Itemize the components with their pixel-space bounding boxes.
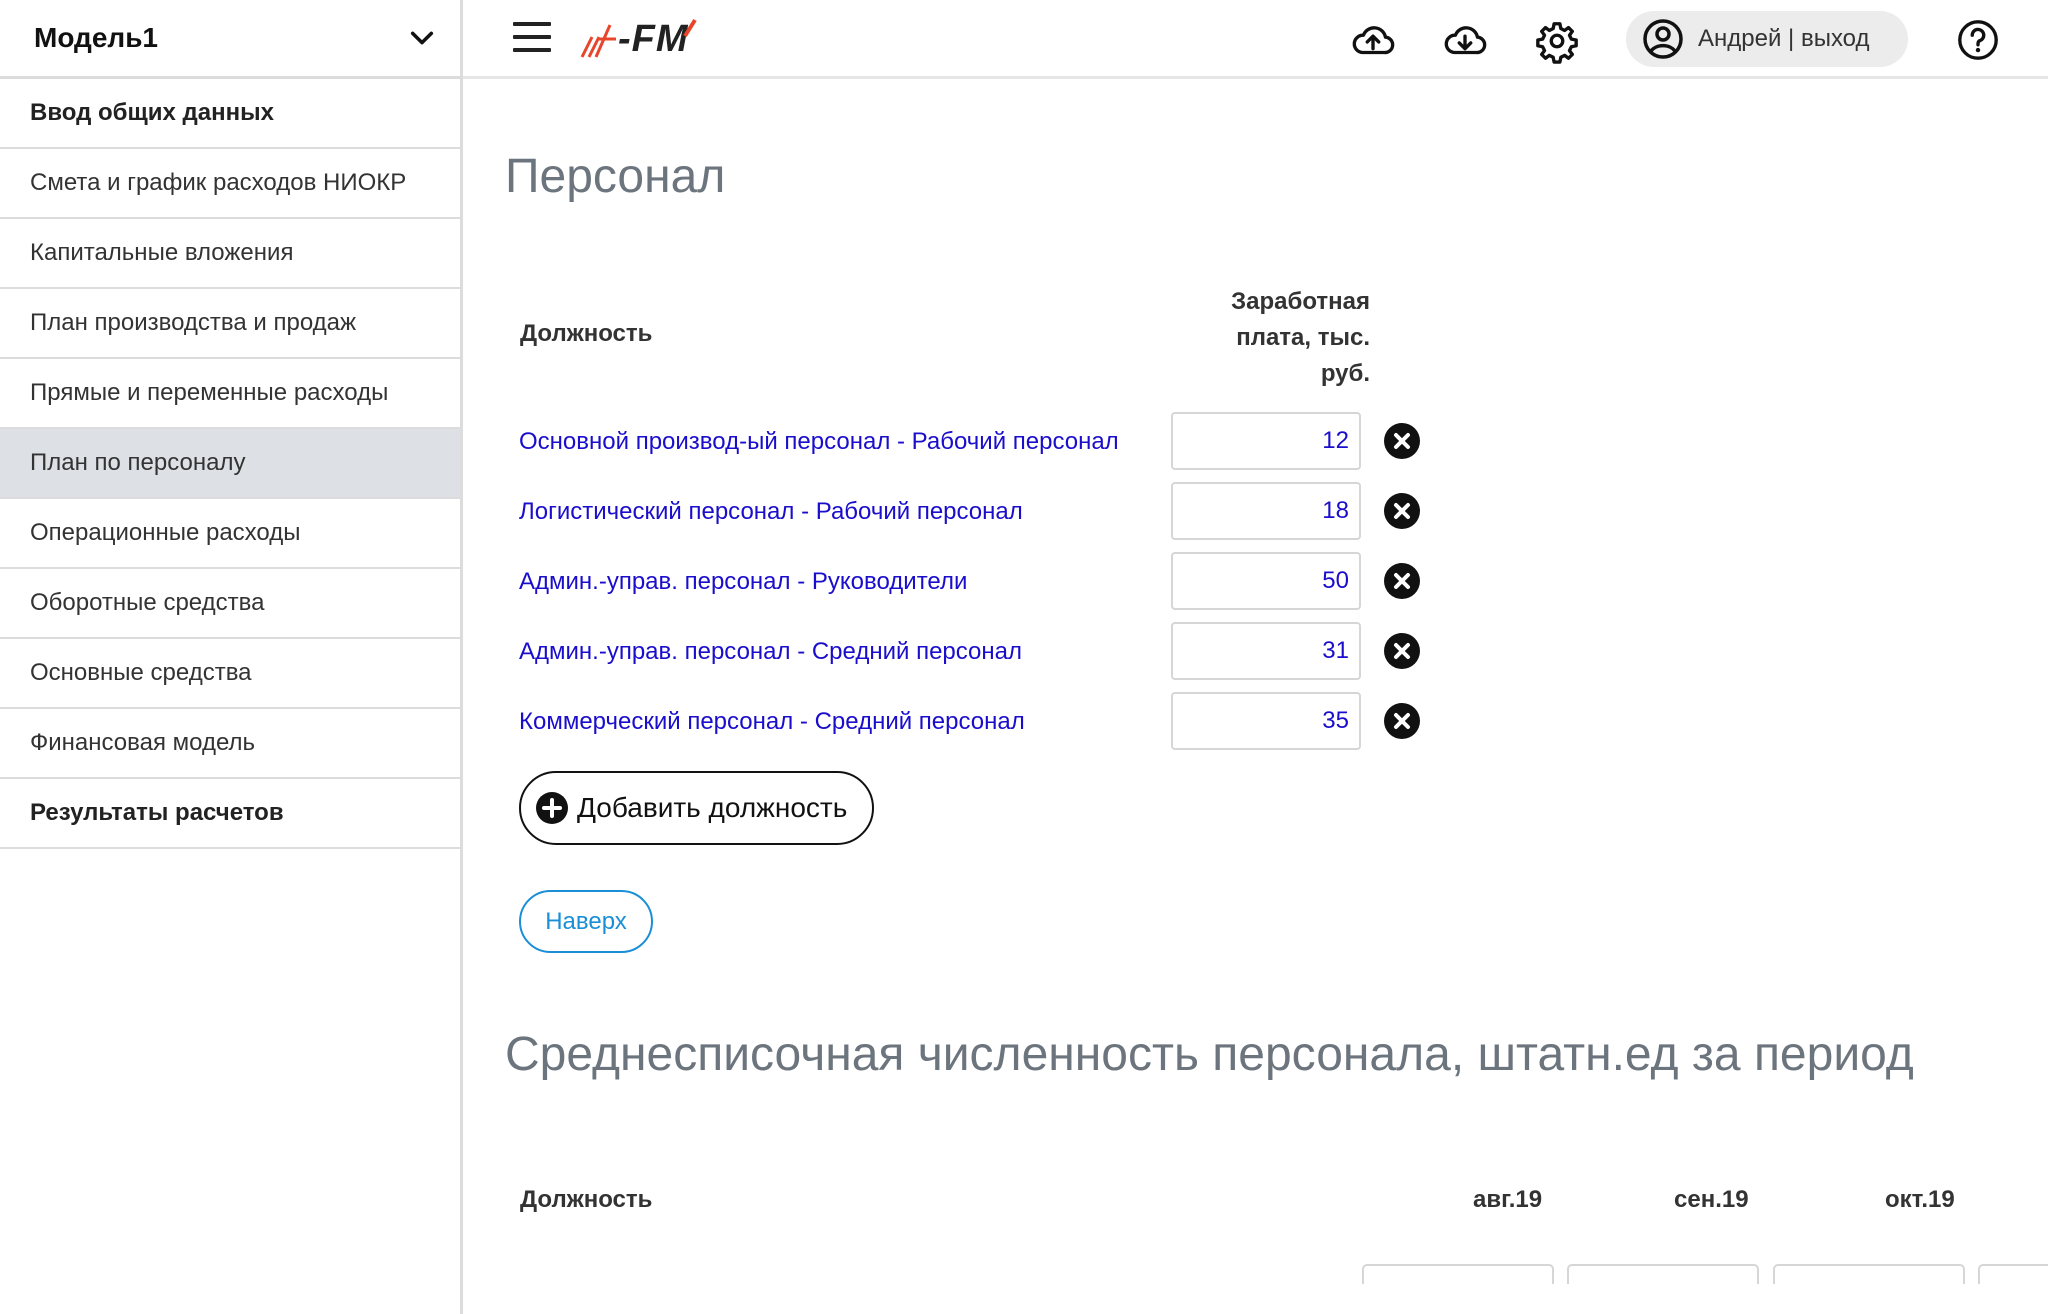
sidebar: Модель1 Ввод общих данных Смета и график… [0,0,463,1314]
sidebar-item-operating-costs[interactable]: Операционные расходы [0,499,460,569]
table-row: Админ.-управ. персонал - Руководители [463,552,1463,612]
sidebar-item-working-capital[interactable]: Оборотные средства [0,569,460,639]
salary-input[interactable] [1171,622,1361,680]
sidebar-item-fixed-assets[interactable]: Основные средства [0,639,460,709]
user-circle-icon [1643,19,1683,59]
sidebar-item-production-plan[interactable]: План производства и продаж [0,289,460,359]
column-header-month: сен.19 [1674,1186,1749,1213]
salary-input[interactable] [1171,412,1361,470]
table-row: Коммерческий персонал - Средний персонал [463,692,1463,752]
delete-icon[interactable] [1383,422,1421,460]
column-header-month: окт.19 [1885,1186,1955,1213]
top-bar: -FM Андрей | выход [463,0,2048,79]
add-position-label: Добавить должность [577,792,848,823]
column-header-month: авг.19 [1473,1186,1543,1213]
sidebar-item-direct-costs[interactable]: Прямые и переменные расходы [0,359,460,429]
position-link[interactable]: Логистический персонал - Рабочий персона… [519,498,1023,526]
column-header-salary: Заработная плата, тыс. руб. [1231,288,1370,387]
sidebar-item-results[interactable]: Результаты расчетов [0,779,460,849]
column-header-position: Должность [520,1186,653,1213]
logo-accent-icon [682,18,697,38]
model-select[interactable]: Модель1 [0,0,460,79]
scroll-top-button[interactable]: Наверх [519,890,653,953]
table-row: Логистический персонал - Рабочий персона… [463,482,1463,542]
headcount-input[interactable] [1362,1264,1554,1284]
headcount-input[interactable] [1567,1264,1759,1284]
logo: -FM [578,14,697,64]
table-row: Админ.-управ. персонал - Средний персона… [463,622,1463,682]
salary-input[interactable] [1171,552,1361,610]
model-name: Модель1 [34,22,158,53]
help-icon[interactable] [1955,17,2001,63]
plus-circle-icon [536,792,568,824]
headcount-input[interactable] [1978,1264,2048,1284]
delete-icon[interactable] [1383,492,1421,530]
cloud-upload-icon[interactable] [1350,18,1396,64]
sidebar-item-capex[interactable]: Капитальные вложения [0,219,460,289]
section-title-headcount: Среднесписочная численность персонала, ш… [505,1028,1914,1081]
salary-input[interactable] [1171,482,1361,540]
logo-mark-icon [580,24,616,58]
sidebar-item-rnd-budget[interactable]: Смета и график расходов НИОКР [0,149,460,219]
user-logout-button[interactable]: Андрей | выход [1626,11,1908,67]
user-label: Андрей | выход [1698,25,1870,52]
delete-icon[interactable] [1383,702,1421,740]
page-title: Персонал [505,150,726,203]
position-link[interactable]: Админ.-управ. персонал - Руководители [519,568,967,596]
table-row: Основной производ-ый персонал - Рабочий … [463,412,1463,472]
gear-icon[interactable] [1534,18,1580,64]
delete-icon[interactable] [1383,632,1421,670]
position-link[interactable]: Админ.-управ. персонал - Средний персона… [519,638,1022,666]
headcount-input[interactable] [1773,1264,1965,1284]
sidebar-item-personnel-plan[interactable]: План по персоналу [0,429,460,499]
column-header-position: Должность [520,320,653,347]
position-link[interactable]: Коммерческий персонал - Средний персонал [519,708,1025,736]
salary-input[interactable] [1171,692,1361,750]
add-position-button[interactable]: Добавить должность [519,771,874,845]
cloud-download-icon[interactable] [1442,18,1488,64]
sidebar-item-financial-model[interactable]: Финансовая модель [0,709,460,779]
position-link[interactable]: Основной производ-ый персонал - Рабочий … [519,428,1119,456]
logo-text: -FM [618,17,689,60]
main-content: Персонал Должность Заработная плата, тыс… [463,79,2048,1314]
delete-icon[interactable] [1383,562,1421,600]
sidebar-item-general-data[interactable]: Ввод общих данных [0,79,460,149]
chevron-down-icon [410,31,434,45]
menu-icon[interactable] [513,22,551,54]
